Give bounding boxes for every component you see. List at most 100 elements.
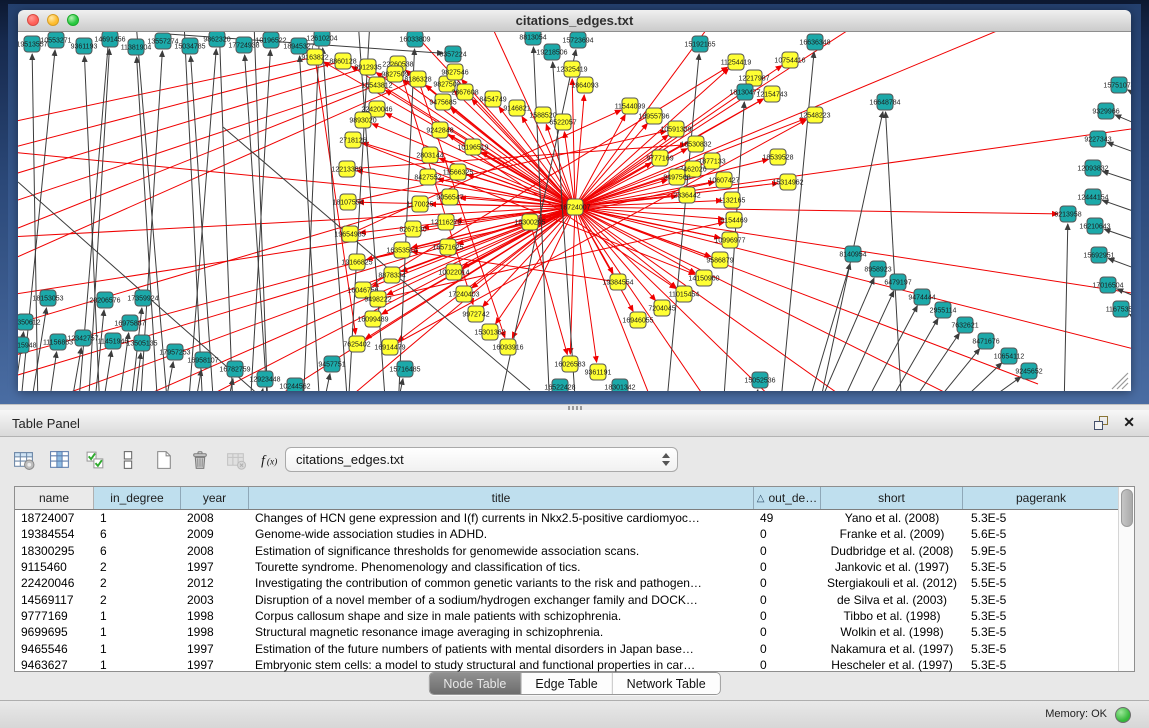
column-visibility-button[interactable] bbox=[46, 446, 74, 474]
network-node-10996977[interactable]: 10996977 bbox=[714, 232, 745, 248]
network-node-18539528[interactable]: 18539528 bbox=[762, 149, 793, 165]
scrollbar-thumb[interactable] bbox=[1121, 489, 1133, 527]
network-node-16033809[interactable]: 16033809 bbox=[399, 32, 430, 47]
table-settings-button[interactable] bbox=[10, 446, 38, 474]
cell-year[interactable]: 1998 bbox=[181, 609, 249, 623]
network-node-19218506[interactable]: 19218506 bbox=[536, 44, 567, 60]
cell-pagerank[interactable]: 5.9E-5 bbox=[963, 544, 1120, 558]
column-header-title[interactable]: title bbox=[249, 487, 754, 509]
cell-out_degree[interactable]: 49 bbox=[754, 511, 821, 525]
cell-name[interactable]: 18724007 bbox=[15, 511, 94, 525]
cell-in_degree[interactable]: 1 bbox=[94, 625, 181, 639]
cell-name[interactable]: 9463627 bbox=[15, 658, 94, 672]
column-header-pagerank[interactable]: pagerank bbox=[963, 487, 1120, 509]
network-node-16636348[interactable]: 16636348 bbox=[799, 34, 830, 50]
cell-title[interactable]: Tourette syndrome. Phenomenology and cla… bbox=[249, 560, 754, 574]
cell-title[interactable]: Embryonic stem cells: a model to study s… bbox=[249, 658, 754, 672]
network-node-16946055[interactable]: 16946055 bbox=[622, 312, 653, 328]
function-builder-button[interactable]: f(x) bbox=[256, 446, 284, 474]
network-node-1132165[interactable]: 1132165 bbox=[719, 192, 746, 208]
cell-in_degree[interactable]: 6 bbox=[94, 544, 181, 558]
network-node-9474444[interactable]: 9474444 bbox=[908, 289, 935, 305]
cell-out_degree[interactable]: 0 bbox=[754, 544, 821, 558]
cell-year[interactable]: 2003 bbox=[181, 593, 249, 607]
cell-out_degree[interactable]: 0 bbox=[754, 658, 821, 672]
cell-short[interactable]: Yano et al. (2008) bbox=[821, 511, 963, 525]
network-node-16026583[interactable]: 16026583 bbox=[554, 356, 585, 372]
cell-year[interactable]: 2012 bbox=[181, 576, 249, 590]
network-node-9862320[interactable]: 9862320 bbox=[203, 32, 230, 47]
table-row[interactable]: 2242004622012Investigating the contribut… bbox=[15, 575, 1134, 591]
network-node-11544099[interactable]: 11544099 bbox=[615, 98, 646, 114]
network-node-16210643[interactable]: 16210643 bbox=[1079, 218, 1110, 234]
network-node-9329966[interactable]: 9329966 bbox=[1092, 103, 1119, 119]
table-row[interactable]: 911546021997Tourette syndrome. Phenomeno… bbox=[15, 559, 1134, 575]
network-node-12325419[interactable]: 12325419 bbox=[556, 61, 587, 77]
cell-short[interactable]: Dudbridge et al. (2008) bbox=[821, 544, 963, 558]
tab-edge-table[interactable]: Edge Table bbox=[521, 673, 612, 694]
network-node-15314962[interactable]: 15314962 bbox=[772, 174, 803, 190]
cell-name[interactable]: 9699695 bbox=[15, 625, 94, 639]
cell-year[interactable]: 1998 bbox=[181, 625, 249, 639]
network-node-11675353[interactable]: 11675353 bbox=[1106, 301, 1131, 317]
network-node-12213389[interactable]: 12213389 bbox=[331, 161, 362, 177]
delete-table-button[interactable] bbox=[186, 446, 214, 474]
cell-title[interactable]: Disruption of a novel member of a sodium… bbox=[249, 593, 754, 607]
table-row[interactable]: 1938455462009Genome-wide association stu… bbox=[15, 526, 1134, 542]
cell-year[interactable]: 1997 bbox=[181, 560, 249, 574]
network-node-12923448[interactable]: 12923448 bbox=[249, 371, 280, 387]
cell-title[interactable]: Structural magnetic resonance image aver… bbox=[249, 625, 754, 639]
cell-in_degree[interactable]: 1 bbox=[94, 609, 181, 623]
network-node-9361191[interactable]: 9361191 bbox=[585, 364, 612, 380]
network-node-8213958[interactable]: 8213958 bbox=[1054, 206, 1081, 222]
select-attributes-button[interactable] bbox=[82, 446, 110, 474]
cell-pagerank[interactable]: 5.3E-5 bbox=[963, 642, 1120, 656]
cell-in_degree[interactable]: 1 bbox=[94, 642, 181, 656]
cell-year[interactable]: 1997 bbox=[181, 642, 249, 656]
cell-pagerank[interactable]: 5.5E-5 bbox=[963, 576, 1120, 590]
network-node-1170025[interactable]: 1170025 bbox=[407, 196, 434, 212]
cell-name[interactable]: 9115460 bbox=[15, 560, 94, 574]
table-row[interactable]: 946554611997Estimation of the future num… bbox=[15, 640, 1134, 656]
cell-pagerank[interactable]: 5.3E-5 bbox=[963, 593, 1120, 607]
close-panel-button[interactable]: ✕ bbox=[1123, 414, 1135, 431]
network-node-16093916[interactable]: 16093916 bbox=[492, 339, 523, 355]
cell-name[interactable]: 14569117 bbox=[15, 593, 94, 607]
cell-in_degree[interactable]: 1 bbox=[94, 511, 181, 525]
network-node-8427552[interactable]: 8427552 bbox=[414, 169, 441, 185]
network-node-9227343[interactable]: 9227343 bbox=[1084, 131, 1111, 147]
cell-out_degree[interactable]: 0 bbox=[754, 609, 821, 623]
column-header-name[interactable]: name bbox=[15, 487, 94, 509]
network-node-7632621[interactable]: 7632621 bbox=[951, 317, 978, 333]
network-node-8912935[interactable]: 8912935 bbox=[354, 59, 381, 75]
network-node-15716485[interactable]: 15716485 bbox=[389, 361, 420, 377]
table-row[interactable]: 1872400712008Changes of HCN gene express… bbox=[15, 510, 1134, 526]
network-node-9154469[interactable]: 9154469 bbox=[720, 212, 747, 228]
cell-out_degree[interactable]: 0 bbox=[754, 593, 821, 607]
network-node-15192165[interactable]: 15192165 bbox=[684, 36, 715, 52]
network-node-1864093[interactable]: 1864093 bbox=[571, 77, 598, 93]
network-node-16782759[interactable]: 16782759 bbox=[219, 361, 250, 377]
cell-short[interactable]: Nakamura et al. (1997) bbox=[821, 642, 963, 656]
cell-out_degree[interactable]: 0 bbox=[754, 576, 821, 590]
table-row[interactable]: 1456911722003Disruption of a novel membe… bbox=[15, 591, 1134, 607]
cell-out_degree[interactable]: 0 bbox=[754, 642, 821, 656]
delete-column-button[interactable] bbox=[222, 446, 250, 474]
resize-grip-icon[interactable] bbox=[1117, 378, 1128, 389]
network-node-10754416[interactable]: 10754416 bbox=[774, 52, 805, 68]
network-canvas[interactable]: 1872400791638228860128891293522260538982… bbox=[18, 32, 1131, 391]
cell-pagerank[interactable]: 5.3E-5 bbox=[963, 609, 1120, 623]
network-node-9972742[interactable]: 9972742 bbox=[462, 306, 489, 322]
network-node-16522428[interactable]: 16522428 bbox=[544, 379, 575, 391]
column-header-in_degree[interactable]: in_degree bbox=[94, 487, 181, 509]
new-table-button[interactable] bbox=[150, 446, 178, 474]
cell-pagerank[interactable]: 5.3E-5 bbox=[963, 560, 1120, 574]
cell-short[interactable]: Tibbo et al. (1998) bbox=[821, 609, 963, 623]
cell-short[interactable]: Hescheler et al. (1997) bbox=[821, 658, 963, 672]
network-node-17359924[interactable]: 17359924 bbox=[127, 290, 158, 306]
network-node-6479197[interactable]: 6479197 bbox=[884, 274, 911, 290]
network-node-16648784[interactable]: 16648784 bbox=[869, 94, 900, 110]
cell-short[interactable]: Stergiakouli et al. (2012) bbox=[821, 576, 963, 590]
cell-short[interactable]: de Silva et al. (2003) bbox=[821, 593, 963, 607]
cell-in_degree[interactable]: 2 bbox=[94, 576, 181, 590]
